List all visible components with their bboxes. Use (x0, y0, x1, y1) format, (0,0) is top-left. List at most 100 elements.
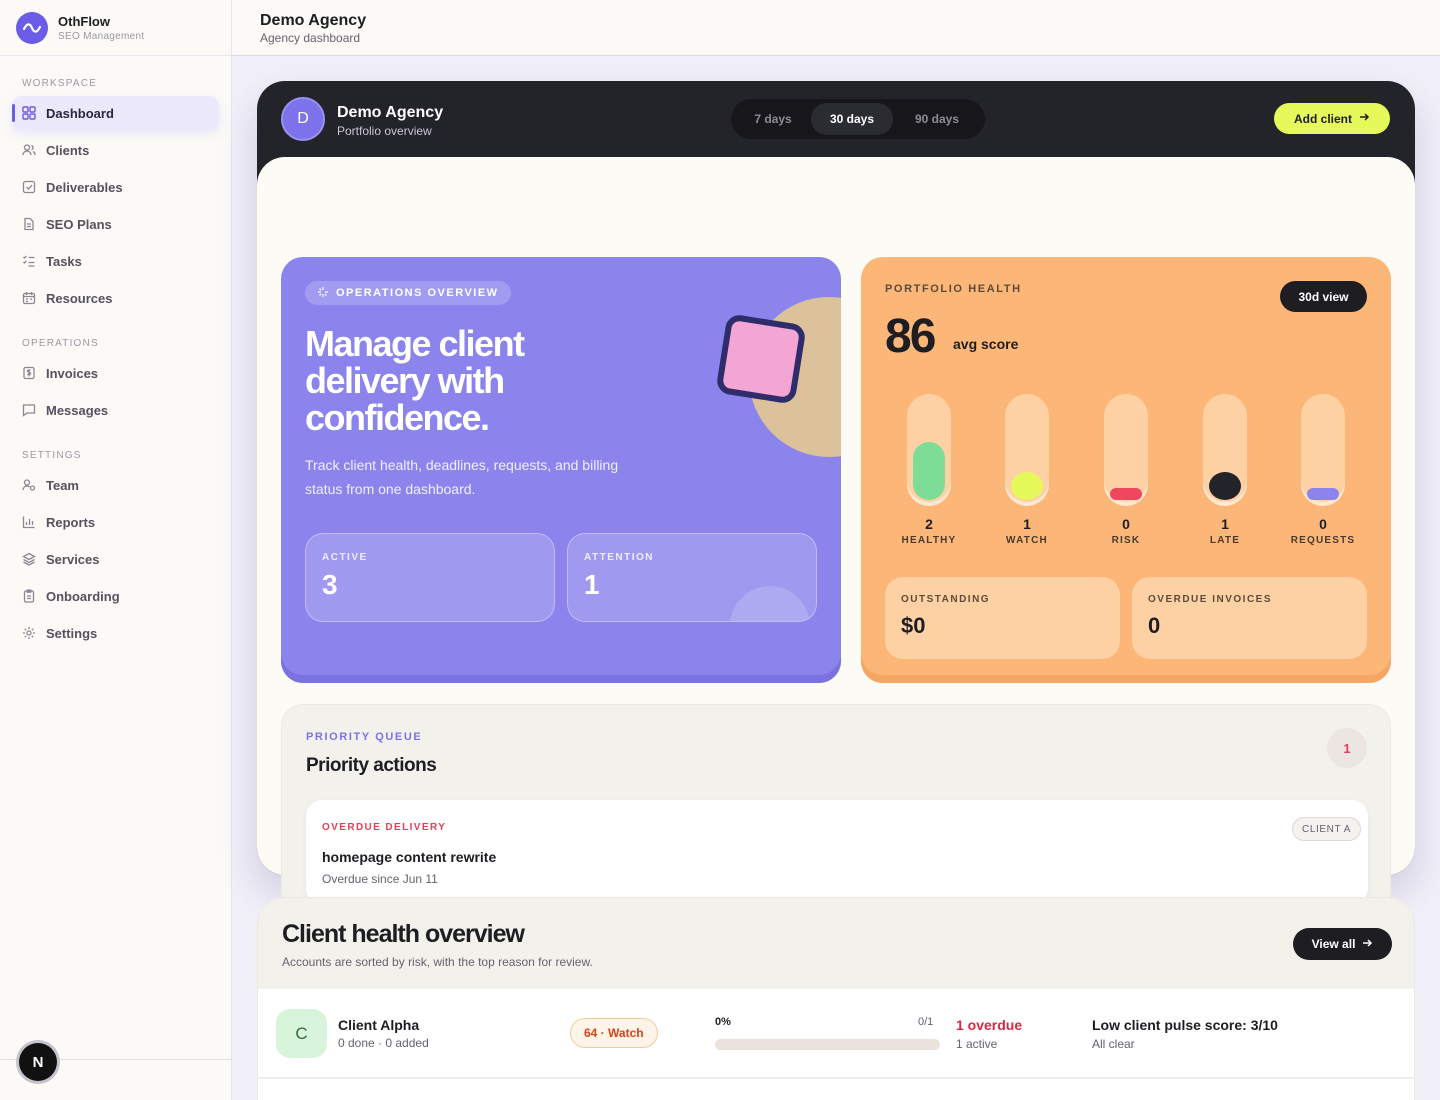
client-row[interactable] (258, 1079, 1414, 1100)
message-icon (22, 403, 36, 417)
nav-section-settings: SETTINGS (22, 450, 82, 461)
sidebar-item-label: Clients (46, 142, 90, 158)
priority-label: PRIORITY QUEUE (306, 731, 423, 743)
client-health-title: Client health overview (282, 920, 525, 948)
priority-item[interactable]: OVERDUE DELIVERY homepage content rewrit… (306, 800, 1368, 904)
active-count: 1 active (956, 1037, 998, 1051)
next-dev-badge[interactable]: N (19, 1043, 57, 1081)
client-status-badge: 64 · Watch (570, 1018, 658, 1048)
page-subtitle: Agency dashboard (260, 31, 361, 45)
health-score: 86 (885, 310, 936, 363)
clipboard-icon (22, 589, 36, 603)
sidebar-item-seo-plans[interactable]: SEO Plans (12, 207, 219, 241)
client-health-overview: Client health overview Accounts are sort… (257, 897, 1415, 1100)
sidebar-item-deliverables[interactable]: Deliverables (12, 170, 219, 204)
sidebar-item-messages[interactable]: Messages (12, 393, 219, 427)
health-score-label: avg score (953, 336, 1019, 352)
priority-title: Priority actions (306, 755, 437, 776)
30d-view-button[interactable]: 30d view (1280, 281, 1367, 312)
range-30-days[interactable]: 30 days (811, 103, 893, 135)
priority-count-badge: 1 (1327, 728, 1367, 768)
priority-item-title: homepage content rewrite (322, 849, 497, 865)
bar-chart-icon (22, 515, 36, 529)
client-row[interactable]: C Client Alpha 0 done · 0 added 64 · Wat… (258, 989, 1414, 1078)
health-count: 0 (1122, 516, 1130, 532)
sidebar-item-label: Settings (46, 625, 98, 641)
health-tube (1005, 394, 1049, 506)
decorative-square (715, 313, 807, 405)
health-pill-label: WATCH (1006, 535, 1048, 546)
health-pill-requests: 0 REQUESTS (1283, 394, 1363, 546)
frame-content: OPERATIONS OVERVIEW Manage client delive… (257, 157, 1415, 926)
brand-subtitle: SEO Management (58, 30, 145, 42)
health-pill-label: RISK (1111, 535, 1141, 546)
sidebar-item-label: Tasks (46, 253, 82, 269)
overdue-invoices-value: 0 (1148, 613, 1161, 638)
priority-queue: PRIORITY QUEUE Priority actions 1 OVERDU… (281, 704, 1391, 926)
dollar-file-icon (22, 366, 36, 380)
health-pill-label: REQUESTS (1290, 535, 1356, 546)
check-square-icon (22, 180, 36, 194)
client-meta: 0 done · 0 added (338, 1036, 429, 1050)
range-90-days[interactable]: 90 days (893, 103, 981, 135)
health-pill-label: HEALTHY (901, 535, 957, 546)
review-reason-sub: All clear (1092, 1037, 1135, 1051)
sidebar-item-tasks[interactable]: Tasks (12, 244, 219, 278)
client-health-subtitle: Accounts are sorted by risk, with the to… (282, 955, 593, 969)
priority-item-tag: OVERDUE DELIVERY (322, 822, 447, 833)
health-tube (1203, 394, 1247, 506)
outstanding-value: $0 (901, 613, 926, 638)
sidebar-item-onboarding[interactable]: Onboarding (12, 579, 219, 613)
brand-logo-icon (16, 11, 48, 44)
layers-icon (22, 552, 36, 566)
frame-title: Demo Agency (337, 104, 444, 121)
sidebar-item-clients[interactable]: Clients (12, 133, 219, 167)
users-icon (22, 143, 36, 157)
review-reason: Low client pulse score: 3/10 (1092, 1017, 1278, 1033)
sidebar-item-team[interactable]: Team (12, 468, 219, 502)
health-pill-label: LATE (1209, 535, 1241, 546)
portfolio-frame: D Demo Agency Portfolio overview 7 days … (257, 81, 1415, 926)
health-label: PORTFOLIO HEALTH (885, 283, 1022, 295)
health-count: 1 (1221, 516, 1229, 532)
health-fill (913, 442, 945, 500)
health-fill (1110, 488, 1142, 500)
health-pill-late: 1 LATE (1185, 394, 1265, 546)
overdue-invoices-label: OVERDUE INVOICES (1148, 594, 1273, 605)
operations-card: OPERATIONS OVERVIEW Manage client delive… (281, 257, 841, 683)
arrow-right-icon (1361, 937, 1373, 952)
health-tube (1104, 394, 1148, 506)
sidebar-item-invoices[interactable]: Invoices (12, 356, 219, 390)
calendar-icon (22, 291, 36, 305)
sidebar-item-label: SEO Plans (46, 216, 112, 232)
sidebar-item-label: Deliverables (46, 179, 123, 195)
add-client-button[interactable]: Add client (1274, 103, 1390, 134)
page-title: Demo Agency (260, 12, 367, 29)
sidebar-item-services[interactable]: Services (12, 542, 219, 576)
grid-icon (22, 106, 36, 120)
brand[interactable]: OthFlow SEO Management (0, 0, 231, 56)
sidebar-item-resources[interactable]: Resources (12, 281, 219, 315)
operations-pill: OPERATIONS OVERVIEW (305, 281, 511, 305)
nav-section-operations: OPERATIONS (22, 338, 99, 349)
priority-item-subtitle: Overdue since Jun 11 (322, 872, 438, 886)
gear-icon (22, 626, 36, 640)
health-pill-healthy: 2 HEALTHY (889, 394, 969, 546)
stat-active: ACTIVE 3 (305, 533, 555, 622)
sidebar-item-reports[interactable]: Reports (12, 505, 219, 539)
overdue-invoices-box: OVERDUE INVOICES 0 (1132, 577, 1367, 659)
range-selector: 7 days 30 days 90 days (731, 99, 985, 139)
range-7-days[interactable]: 7 days (735, 103, 811, 135)
sidebar-item-label: Messages (46, 402, 109, 418)
progress-percent: 0% (715, 1016, 731, 1028)
brand-name: OthFlow (58, 13, 110, 29)
arrow-right-icon (1358, 111, 1370, 126)
sidebar-item-dashboard[interactable]: Dashboard (12, 96, 219, 130)
sidebar: OthFlow SEO Management WORKSPACE Dashboa… (0, 0, 232, 1100)
progress-bar (715, 1039, 940, 1050)
sidebar-item-settings[interactable]: Settings (12, 616, 219, 650)
stat-attention: ATTENTION 1 (567, 533, 817, 622)
health-pill-risk: 0 RISK (1086, 394, 1166, 546)
sidebar-item-label: Services (46, 551, 100, 567)
view-all-button[interactable]: View all (1293, 928, 1392, 960)
